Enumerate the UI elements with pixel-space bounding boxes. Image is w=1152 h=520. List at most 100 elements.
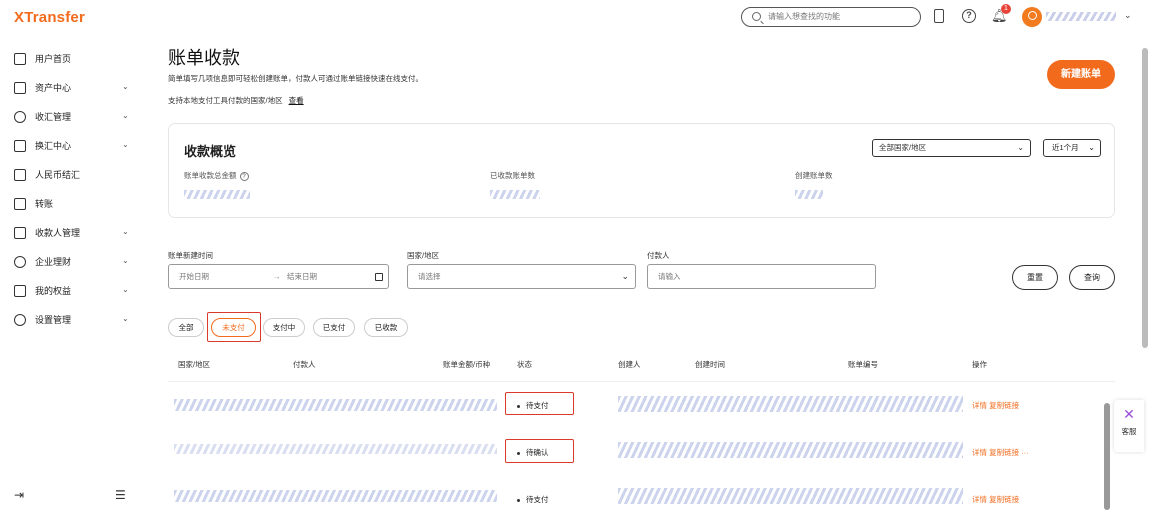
sidebar-item-transfer[interactable]: 转账 [0, 189, 140, 218]
sidebar-item-benefits[interactable]: 我的权益 ⌄ [0, 276, 140, 305]
sidebar-item-label: 换汇中心 [35, 141, 72, 151]
scrollbar-thumb[interactable] [1142, 48, 1148, 348]
sidebar-item-collection[interactable]: 收汇管理 ⌄ [0, 102, 140, 131]
copy-link[interactable]: 复制链接 [989, 495, 1019, 504]
table-row: 待确认 详情 复制链接 ··· [168, 428, 1098, 474]
customer-service-button[interactable]: ✕ 客服 [1114, 400, 1144, 452]
status-cell: 待支付 [517, 494, 549, 505]
chevron-down-icon: ⌄ [1088, 143, 1095, 152]
chevron-down-icon: ⌄ [122, 285, 129, 294]
sidebar-item-label: 企业理财 [35, 257, 72, 267]
tab-received[interactable]: 已收款 [364, 318, 408, 337]
tab-paid[interactable]: 已支付 [313, 318, 355, 337]
local-methods-text: 支持本地支付工具付款的国家/地区 [168, 96, 283, 105]
collapse-icon[interactable]: ⇥ [14, 488, 24, 502]
more-icon[interactable]: ··· [1021, 448, 1029, 457]
chevron-down-icon: ⌄ [122, 314, 129, 323]
payer-placeholder: 请输入 [658, 272, 681, 281]
country-filter-select[interactable]: 请选择 ⌄ [407, 264, 636, 289]
detail-link[interactable]: 详情 [972, 401, 987, 410]
reset-button[interactable]: 重置 [1012, 265, 1058, 290]
local-methods-note: 支持本地支付工具付款的国家/地区 查看 [168, 95, 304, 106]
highlight-box [505, 392, 574, 415]
sidebar: 用户首页 资产中心 ⌄ 收汇管理 ⌄ 换汇中心 ⌄ 人民币结汇 转账 收款人管理 ⌄ 企… [0, 44, 140, 334]
column-header: 操作 [972, 360, 987, 369]
sidebar-item-home[interactable]: 用户首页 [0, 44, 140, 73]
search-input[interactable]: 请输入想查找的功能 [741, 7, 921, 27]
sidebar-item-payees[interactable]: 收款人管理 ⌄ [0, 218, 140, 247]
row-actions: 详情 复制链接 [972, 494, 1019, 505]
calendar-icon[interactable] [375, 273, 383, 281]
local-methods-link[interactable]: 查看 [289, 96, 304, 105]
copy-link[interactable]: 复制链接 [989, 401, 1019, 410]
rmb-icon [14, 168, 26, 181]
user-name-redacted[interactable] [1046, 12, 1116, 21]
metric-created-count: 创建账单数 [795, 170, 833, 181]
sidebar-item-label: 人民币结汇 [35, 170, 81, 180]
range-arrow: → [273, 272, 281, 281]
brand-logo[interactable]: XTransfer [14, 9, 85, 26]
range-select[interactable]: 近1个月 ⌄ [1043, 139, 1101, 157]
created-time-label: 账单新建时间 [168, 251, 213, 260]
tab-paying[interactable]: 支付中 [263, 318, 305, 337]
chevron-down-icon[interactable]: ⌄ [1124, 10, 1132, 21]
country-select[interactable]: 全部国家/地区 ⌄ [872, 139, 1031, 157]
metric-paid-count: 已收款账单数 [490, 170, 535, 181]
overview-card: 收款概览 全部国家/地区 ⌄ 近1个月 ⌄ 账单收款总金额? 已收款账单数 创建账单… [168, 123, 1115, 218]
payer-input[interactable]: 请输入 [647, 264, 876, 289]
date-range-picker[interactable]: 开始日期 → 结束日期 [168, 264, 389, 289]
column-header: 创建人 [618, 360, 641, 369]
help-icon[interactable]: ? [239, 171, 249, 181]
column-header: 状态 [517, 360, 532, 369]
table-scrollbar[interactable] [1102, 388, 1112, 510]
list-icon[interactable]: ☰ [115, 488, 126, 502]
sidebar-item-assets[interactable]: 资产中心 ⌄ [0, 73, 140, 102]
transfer-icon [14, 197, 26, 210]
sidebar-item-label: 收汇管理 [35, 112, 72, 122]
sidebar-item-rmb-settlement[interactable]: 人民币结汇 [0, 160, 140, 189]
table-row: 待支付 详情 复制链接 [168, 382, 1098, 428]
help-icon[interactable]: ? [962, 9, 976, 23]
tab-all[interactable]: 全部 [168, 318, 204, 337]
metric-value-redacted [795, 190, 823, 199]
metric-value-redacted [184, 190, 250, 199]
metric-label: 已收款账单数 [490, 171, 535, 180]
sidebar-item-settings[interactable]: 设置管理 ⌄ [0, 305, 140, 334]
country-filter-placeholder: 请选择 [418, 272, 441, 281]
end-date-input[interactable]: 结束日期 [287, 265, 317, 288]
sidebar-item-label: 我的权益 [35, 286, 72, 296]
gear-icon [14, 313, 26, 326]
column-header: 账单金额/币种 [443, 360, 491, 369]
row-actions: 详情 复制链接 ··· [972, 447, 1029, 458]
wallet-icon [14, 81, 26, 94]
scrollbar-thumb[interactable] [1104, 403, 1110, 510]
column-header: 账单编号 [848, 360, 878, 369]
avatar[interactable] [1022, 7, 1042, 27]
metric-total-amount: 账单收款总金额? [184, 170, 249, 181]
chevron-down-icon: ⌄ [122, 82, 129, 91]
sidebar-item-label: 转账 [35, 199, 54, 209]
search-icon [752, 12, 761, 21]
chevron-down-icon: ⌄ [1017, 143, 1024, 152]
notification-badge: 1 [1001, 4, 1011, 14]
copy-link[interactable]: 复制链接 [989, 448, 1019, 457]
exchange-icon [14, 139, 26, 152]
support-icon: ✕ [1123, 406, 1135, 422]
column-header: 创建时间 [695, 360, 725, 369]
start-date-input[interactable]: 开始日期 [179, 272, 209, 281]
detail-link[interactable]: 详情 [972, 495, 987, 504]
overview-title: 收款概览 [184, 144, 237, 159]
table-header: 国家/地区 付款人 账单金额/币种 状态 创建人 创建时间 账单编号 操作 [168, 352, 1115, 382]
sidebar-item-exchange[interactable]: 换汇中心 ⌄ [0, 131, 140, 160]
support-label: 客服 [1121, 427, 1137, 436]
table-row: 待支付 详情 复制链接 [168, 474, 1098, 520]
new-bill-button[interactable]: 新建账单 [1047, 60, 1115, 89]
status-text: 待支付 [526, 495, 549, 504]
sidebar-item-label: 资产中心 [35, 83, 72, 93]
query-button[interactable]: 查询 [1069, 265, 1115, 290]
detail-link[interactable]: 详情 [972, 448, 987, 457]
metric-label: 账单收款总金额 [184, 171, 237, 180]
sidebar-item-wealth[interactable]: 企业理财 ⌄ [0, 247, 140, 276]
phone-icon[interactable] [934, 9, 944, 23]
highlight-box [505, 439, 574, 463]
